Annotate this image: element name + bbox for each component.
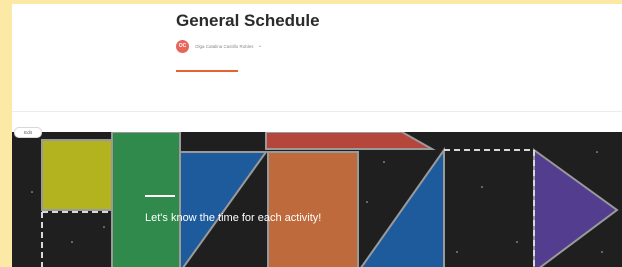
- page-header: General Schedule OC Olga Catalina Castil…: [12, 4, 622, 112]
- orange-rectangle-shape: [267, 151, 359, 267]
- blue-right-triangle-shape: [360, 146, 445, 267]
- cover-tagline: Let's know the time for each activity!: [145, 212, 322, 224]
- cover-image: Let's know the time for each activity!: [12, 132, 622, 267]
- page-title: General Schedule: [176, 11, 320, 30]
- title-accent-line: [176, 70, 238, 72]
- blue-triangle-shape: [179, 151, 268, 267]
- dashed-outline-left: [41, 211, 112, 267]
- page-frame: General Schedule OC Olga Catalina Castil…: [12, 4, 622, 267]
- author-name[interactable]: Olga Catalina Castillo Robles: [195, 44, 254, 49]
- tangram-illustration: [31, 132, 619, 267]
- tagline-accent-dash: [145, 195, 175, 197]
- edit-cover-button[interactable]: Edit: [14, 127, 42, 138]
- purple-triangle-shape: [533, 148, 619, 267]
- dashed-outline-right: [444, 149, 535, 267]
- green-rectangle-shape: [111, 132, 181, 267]
- avatar: OC: [176, 39, 189, 53]
- red-trapezoid-shape: [265, 132, 436, 150]
- author-row[interactable]: OC Olga Catalina Castillo Robles ⌄: [176, 39, 263, 53]
- chevron-down-icon[interactable]: ⌄: [258, 43, 263, 49]
- yellow-square-shape: [41, 139, 113, 211]
